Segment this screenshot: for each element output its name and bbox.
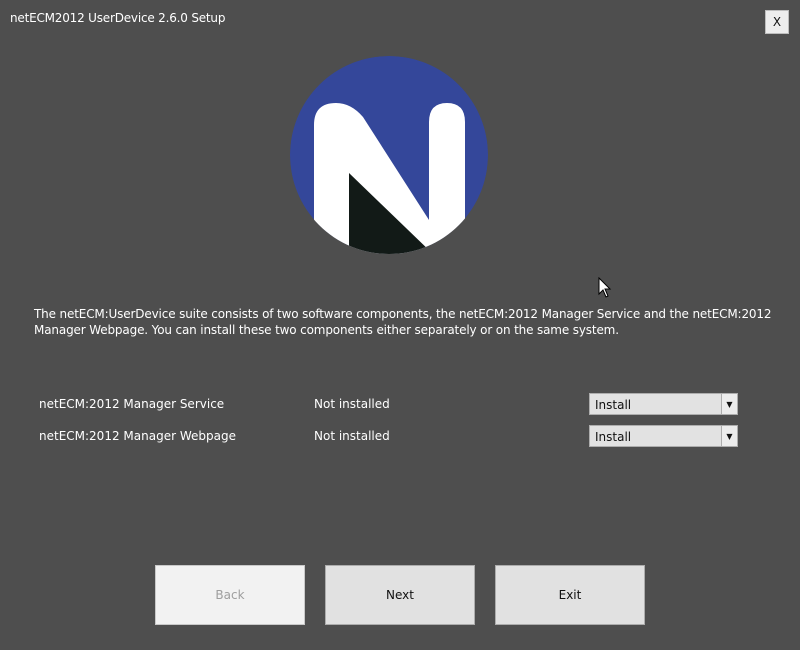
dropdown-selected-value: Install	[595, 430, 632, 444]
exit-button[interactable]: Exit	[495, 565, 645, 625]
description-text: The netECM:UserDevice suite consists of …	[34, 307, 772, 337]
next-button[interactable]: Next	[325, 565, 475, 625]
back-button[interactable]: Back	[155, 565, 305, 625]
mouse-cursor-icon	[598, 277, 612, 298]
component-status: Not installed	[314, 429, 390, 443]
component-name: netECM:2012 Manager Webpage	[39, 429, 236, 443]
chevron-down-icon[interactable]: ▼	[721, 394, 737, 414]
component-status: Not installed	[314, 397, 390, 411]
component-name: netECM:2012 Manager Service	[39, 397, 225, 411]
component-action-dropdown[interactable]: Install ▼	[589, 425, 738, 447]
netecm-logo	[290, 56, 488, 254]
chevron-down-icon[interactable]: ▼	[721, 426, 737, 446]
component-row-manager-webpage: netECM:2012 Manager Webpage Not installe…	[39, 425, 739, 447]
dropdown-selected-value: Install	[595, 398, 632, 412]
component-row-manager-service: netECM:2012 Manager Service Not installe…	[39, 393, 739, 415]
close-button[interactable]: X	[765, 10, 789, 34]
window-title: netECM2012 UserDevice 2.6.0 Setup	[10, 11, 226, 25]
component-action-dropdown[interactable]: Install ▼	[589, 393, 738, 415]
